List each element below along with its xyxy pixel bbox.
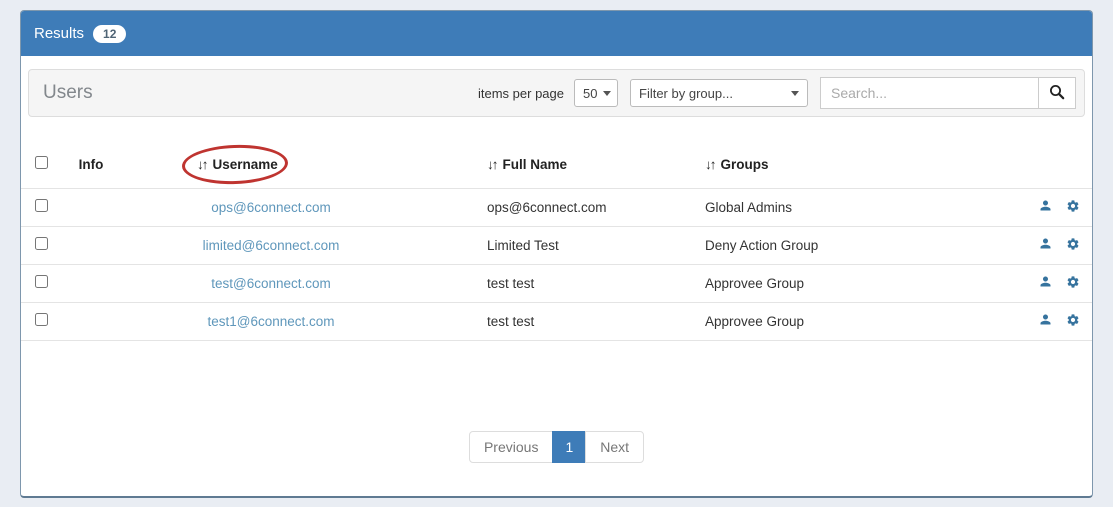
- sort-icon: ↓↑: [487, 157, 497, 172]
- info-cell: [61, 226, 121, 264]
- section-title: Users: [43, 82, 93, 104]
- sort-icon: ↓↑: [197, 157, 207, 172]
- username-link[interactable]: test1@6connect.com: [207, 314, 334, 329]
- user-icon[interactable]: [1038, 236, 1053, 254]
- groups-cell: Global Admins: [701, 188, 1031, 226]
- search-input[interactable]: [820, 77, 1038, 109]
- row-checkbox[interactable]: [35, 313, 48, 326]
- next-page-button[interactable]: Next: [585, 431, 644, 463]
- column-header-fullname-label: Full Name: [503, 157, 568, 172]
- chevron-down-icon: [791, 91, 799, 96]
- info-cell: [61, 188, 121, 226]
- search-button[interactable]: [1038, 77, 1076, 109]
- info-cell: [61, 264, 121, 302]
- previous-page-button[interactable]: Previous: [469, 431, 553, 463]
- info-cell: [61, 302, 121, 340]
- magnifier-icon: [1049, 84, 1065, 103]
- items-per-page-label: items per page: [478, 86, 564, 101]
- user-icon[interactable]: [1038, 198, 1053, 216]
- panel-heading: Results 12: [21, 11, 1092, 56]
- gear-icon[interactable]: [1066, 313, 1080, 330]
- table-row: limited@6connect.com Limited Test Deny A…: [21, 226, 1092, 264]
- table-row: ops@6connect.com ops@6connect.com Global…: [21, 188, 1092, 226]
- fullname-cell: ops@6connect.com: [421, 188, 701, 226]
- table-row: test@6connect.com test test Approvee Gro…: [21, 264, 1092, 302]
- groups-cell: Deny Action Group: [701, 226, 1031, 264]
- column-header-username-label: Username: [213, 157, 278, 172]
- column-header-groups-label: Groups: [721, 157, 769, 172]
- gear-icon[interactable]: [1066, 275, 1080, 292]
- column-header-groups[interactable]: ↓↑ Groups: [701, 141, 1031, 188]
- username-link[interactable]: test@6connect.com: [211, 276, 331, 291]
- pagination: Previous 1 Next: [21, 431, 1092, 463]
- user-icon[interactable]: [1038, 274, 1053, 292]
- results-count-badge: 12: [93, 25, 126, 43]
- select-all-checkbox[interactable]: [35, 156, 48, 169]
- chevron-down-icon: [603, 91, 611, 96]
- groups-cell: Approvee Group: [701, 302, 1031, 340]
- results-panel: Results 12 Users items per page 50 Filte…: [20, 10, 1093, 498]
- column-header-fullname[interactable]: ↓↑ Full Name: [421, 141, 701, 188]
- column-header-info: Info: [61, 141, 121, 188]
- panel-title: Results: [34, 25, 84, 42]
- items-per-page-select[interactable]: 50: [574, 79, 618, 107]
- username-link[interactable]: ops@6connect.com: [211, 200, 331, 215]
- user-icon[interactable]: [1038, 312, 1053, 330]
- table-header-row: Info ↓↑ Username ↓↑ Full Name ↓↑ Groups: [21, 141, 1092, 188]
- users-toolbar: Users items per page 50 Filter by group.…: [28, 69, 1085, 117]
- fullname-cell: Limited Test: [421, 226, 701, 264]
- column-header-username[interactable]: ↓↑ Username: [121, 141, 421, 188]
- gear-icon[interactable]: [1066, 199, 1080, 216]
- groups-cell: Approvee Group: [701, 264, 1031, 302]
- table-row: test1@6connect.com test test Approvee Gr…: [21, 302, 1092, 340]
- group-filter-select[interactable]: Filter by group...: [630, 79, 808, 107]
- row-checkbox[interactable]: [35, 237, 48, 250]
- sort-icon: ↓↑: [705, 157, 715, 172]
- current-page-button[interactable]: 1: [552, 431, 586, 463]
- search-group: [820, 77, 1076, 109]
- users-table: Info ↓↑ Username ↓↑ Full Name ↓↑ Groups: [21, 141, 1092, 341]
- group-filter-value: Filter by group...: [639, 86, 733, 101]
- gear-icon[interactable]: [1066, 237, 1080, 254]
- items-per-page-value: 50: [583, 86, 597, 101]
- row-checkbox[interactable]: [35, 199, 48, 212]
- row-checkbox[interactable]: [35, 275, 48, 288]
- username-link[interactable]: limited@6connect.com: [203, 238, 340, 253]
- fullname-cell: test test: [421, 264, 701, 302]
- fullname-cell: test test: [421, 302, 701, 340]
